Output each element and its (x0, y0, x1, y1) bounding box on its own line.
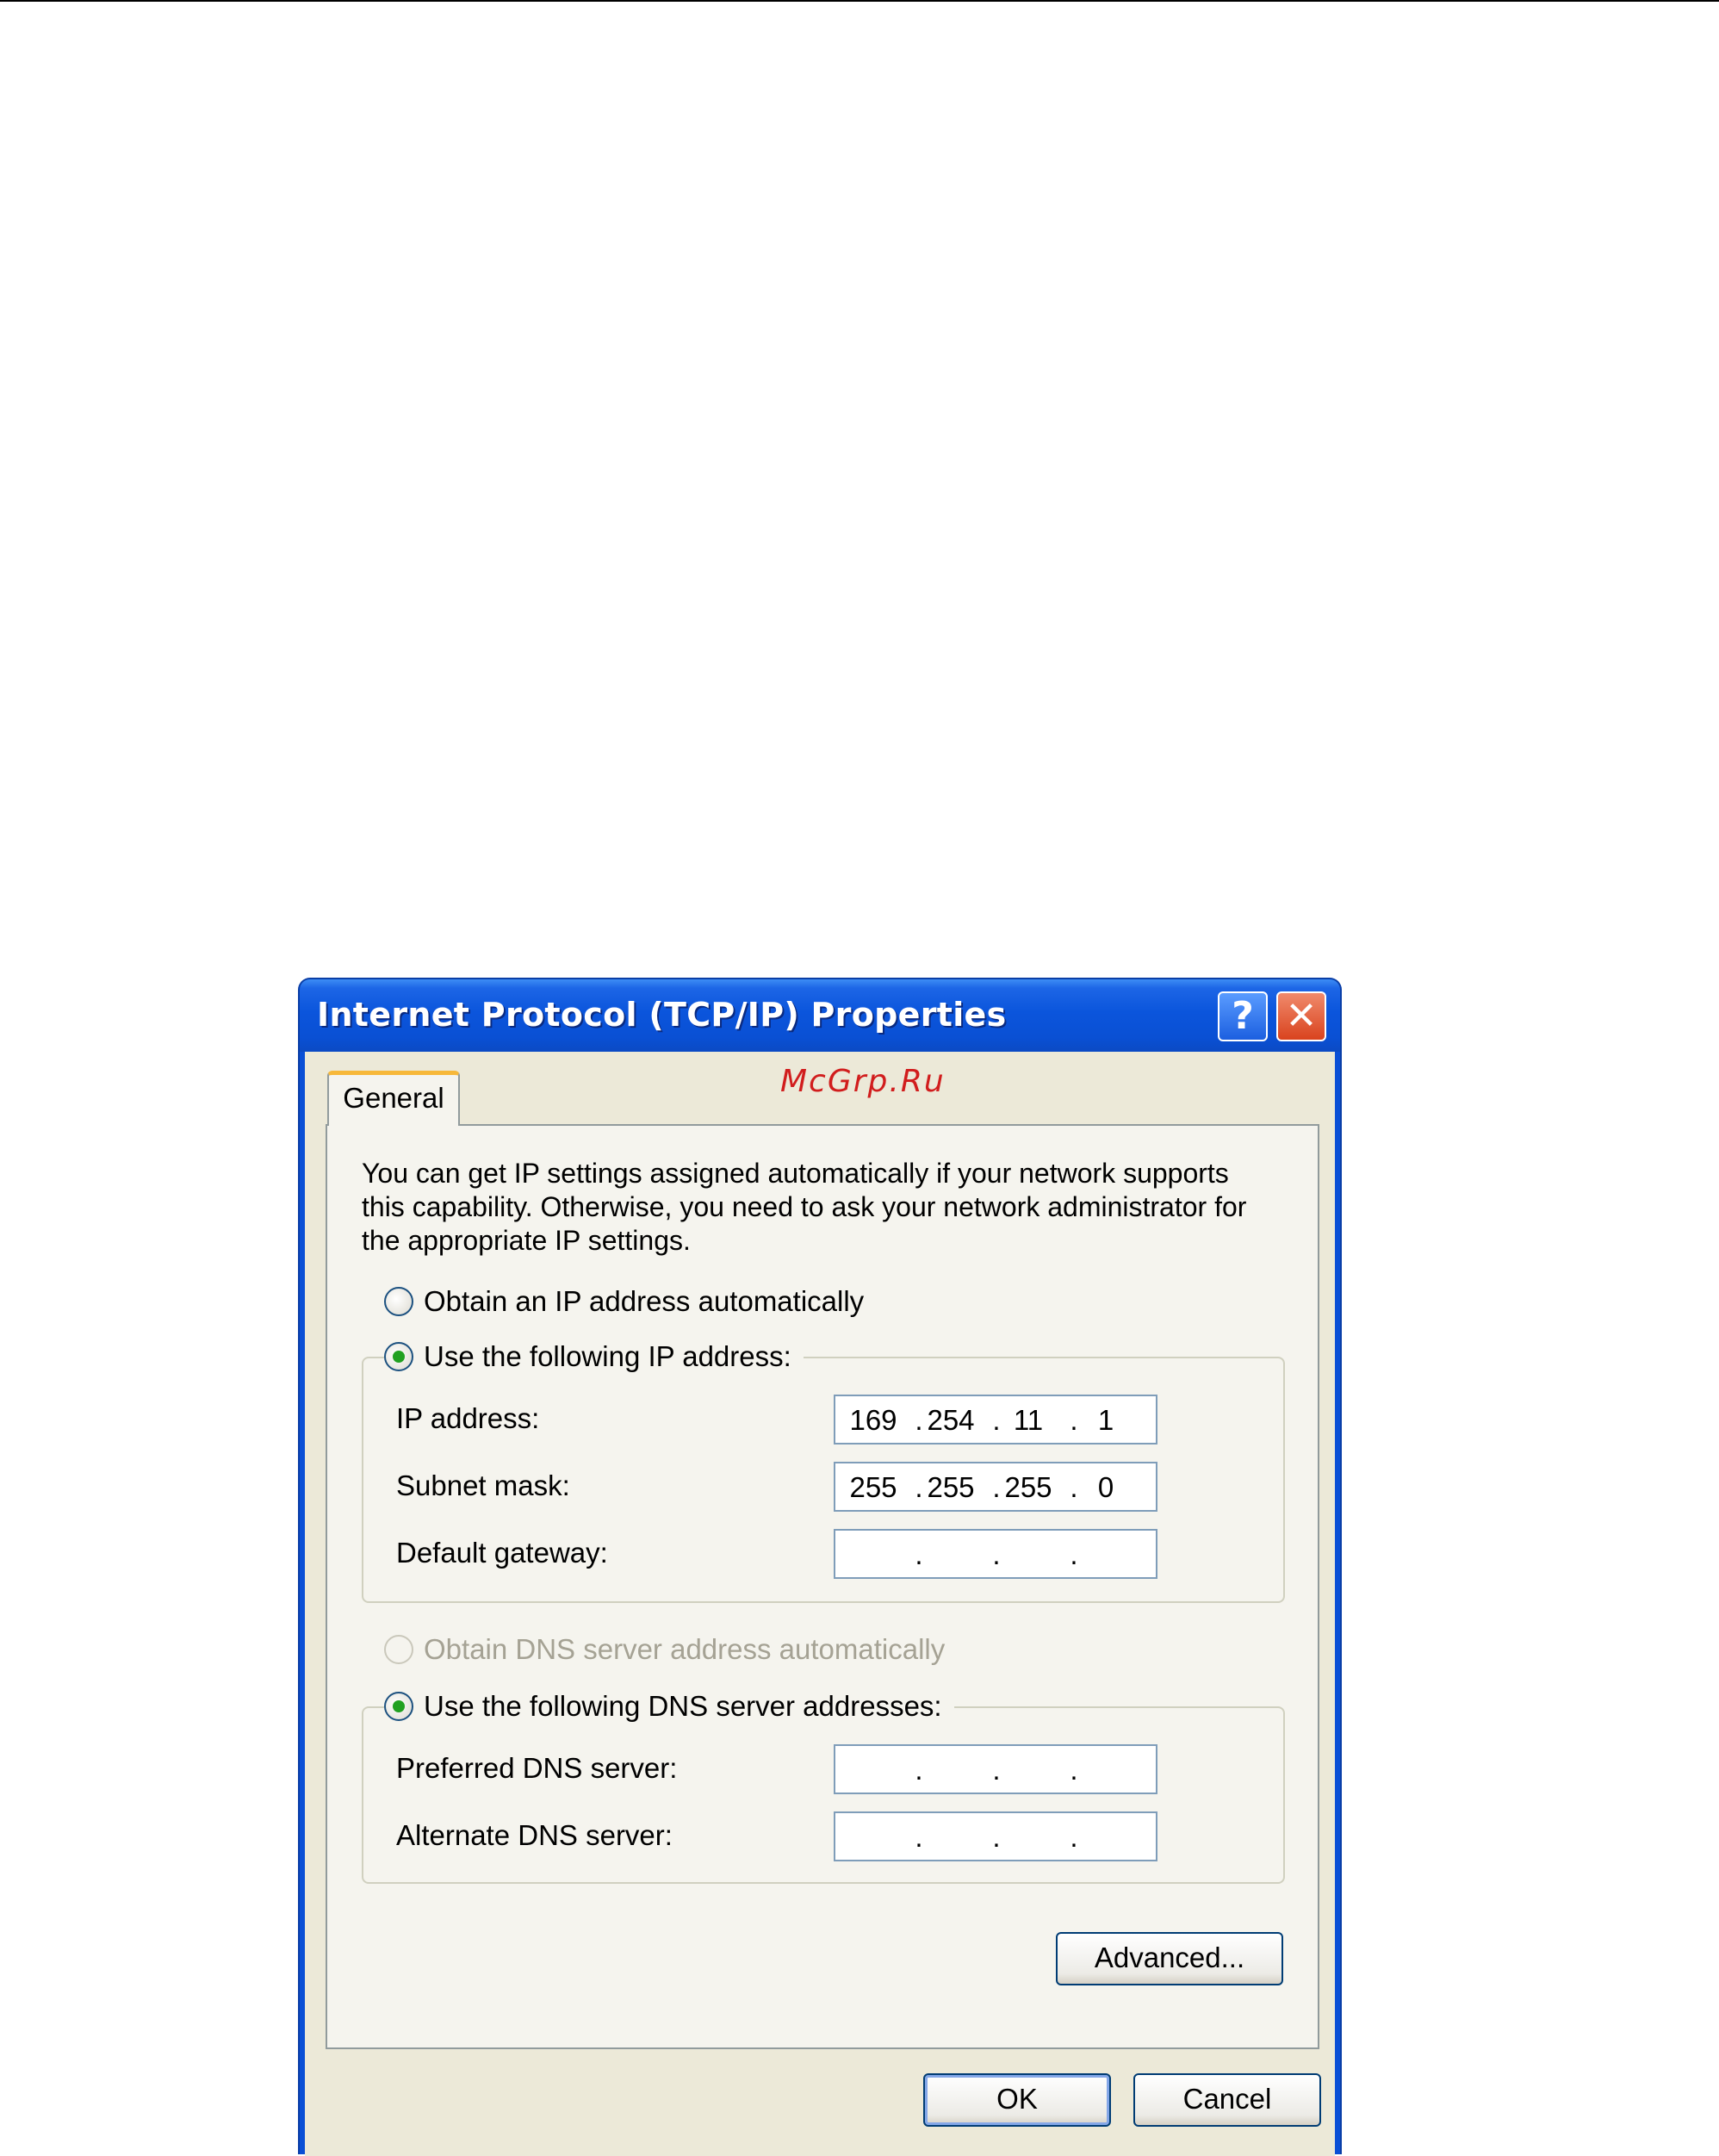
octet-separator: . (1070, 1754, 1078, 1786)
octet-separator: . (1070, 1538, 1078, 1570)
ok-button[interactable]: OK (923, 2073, 1111, 2127)
octet-separator: . (915, 1821, 923, 1853)
ip-address-input[interactable]: 169 . 254 . 11 . 1 (834, 1395, 1157, 1445)
octet-separator: . (992, 1754, 1001, 1786)
ip-octet: 255 (849, 1471, 897, 1503)
watermark-text: McGrp.Ru (780, 1064, 946, 1099)
alternate-dns-input[interactable]: . . . (834, 1811, 1157, 1861)
obtain-dns-auto-radio: Obtain DNS server address automatically (384, 1631, 958, 1668)
ip-octet: 255 (927, 1471, 975, 1503)
default-gateway-label: Default gateway: (396, 1537, 608, 1569)
octet-separator: . (992, 1471, 1001, 1503)
window-title: Internet Protocol (TCP/IP) Properties (317, 996, 1007, 1034)
octet-separator: . (992, 1821, 1001, 1853)
use-following-dns-radio[interactable]: Use the following DNS server addresses: (384, 1687, 954, 1725)
ip-octet: 254 (927, 1404, 975, 1436)
octet-separator: . (1070, 1404, 1078, 1436)
radio-checked-icon (384, 1342, 413, 1371)
advanced-button[interactable]: Advanced... (1056, 1932, 1283, 1985)
radio-unchecked-icon (384, 1287, 413, 1316)
page-top-rule (0, 0, 1719, 2)
help-button[interactable]: ? (1218, 991, 1268, 1041)
octet-separator: . (915, 1538, 923, 1570)
use-following-dns-label: Use the following DNS server addresses: (424, 1690, 942, 1722)
ip-address-label: IP address: (396, 1402, 540, 1434)
radio-checked-icon (384, 1692, 413, 1721)
octet-separator: . (1070, 1471, 1078, 1503)
ip-octet: 255 (1004, 1471, 1052, 1503)
preferred-dns-input[interactable]: . . . (834, 1744, 1157, 1794)
description-line: the appropriate IP settings. (362, 1225, 691, 1256)
ip-octet: 1 (1097, 1404, 1114, 1436)
subnet-mask-label: Subnet mask: (396, 1469, 570, 1501)
ip-octet: 169 (849, 1404, 897, 1436)
obtain-ip-auto-radio[interactable]: Obtain an IP address automatically (384, 1283, 877, 1320)
default-gateway-input[interactable]: . . . (834, 1529, 1157, 1579)
tcpip-properties-dialog: Internet Protocol (TCP/IP) Properties ? … (298, 978, 1342, 2156)
tab-general[interactable]: General (327, 1071, 460, 1126)
preferred-dns-label: Preferred DNS server: (396, 1752, 678, 1784)
subnet-mask-input[interactable]: 255 . 255 . 255 . 0 (834, 1462, 1157, 1512)
octet-separator: . (915, 1471, 923, 1503)
octet-separator: . (992, 1404, 1001, 1436)
help-icon: ? (1232, 994, 1254, 1038)
general-tab-panel: You can get IP settings assigned automat… (326, 1124, 1319, 2049)
radio-disabled-icon (384, 1635, 413, 1664)
close-button[interactable]: ✕ (1276, 991, 1326, 1041)
obtain-dns-auto-label: Obtain DNS server address automatically (424, 1633, 946, 1665)
title-bar[interactable]: Internet Protocol (TCP/IP) Properties ? … (300, 979, 1340, 1052)
cancel-button[interactable]: Cancel (1133, 2073, 1321, 2127)
octet-separator: . (915, 1754, 923, 1786)
description-line: this capability. Otherwise, you need to … (362, 1191, 1247, 1222)
use-following-ip-radio[interactable]: Use the following IP address: (384, 1338, 804, 1376)
obtain-ip-auto-label: Obtain an IP address automatically (424, 1285, 865, 1317)
ip-octet: 0 (1097, 1471, 1114, 1503)
octet-separator: . (992, 1538, 1001, 1570)
description-line: You can get IP settings assigned automat… (362, 1158, 1229, 1189)
description-text: You can get IP settings assigned automat… (362, 1157, 1275, 1258)
octet-separator: . (1070, 1821, 1078, 1853)
dialog-client-area: General McGrp.Ru You can get IP settings… (305, 1052, 1335, 2156)
octet-separator: . (915, 1404, 923, 1436)
close-icon: ✕ (1285, 994, 1318, 1038)
alternate-dns-label: Alternate DNS server: (396, 1819, 673, 1851)
ip-octet: 11 (1013, 1404, 1044, 1436)
use-following-ip-label: Use the following IP address: (424, 1340, 791, 1372)
